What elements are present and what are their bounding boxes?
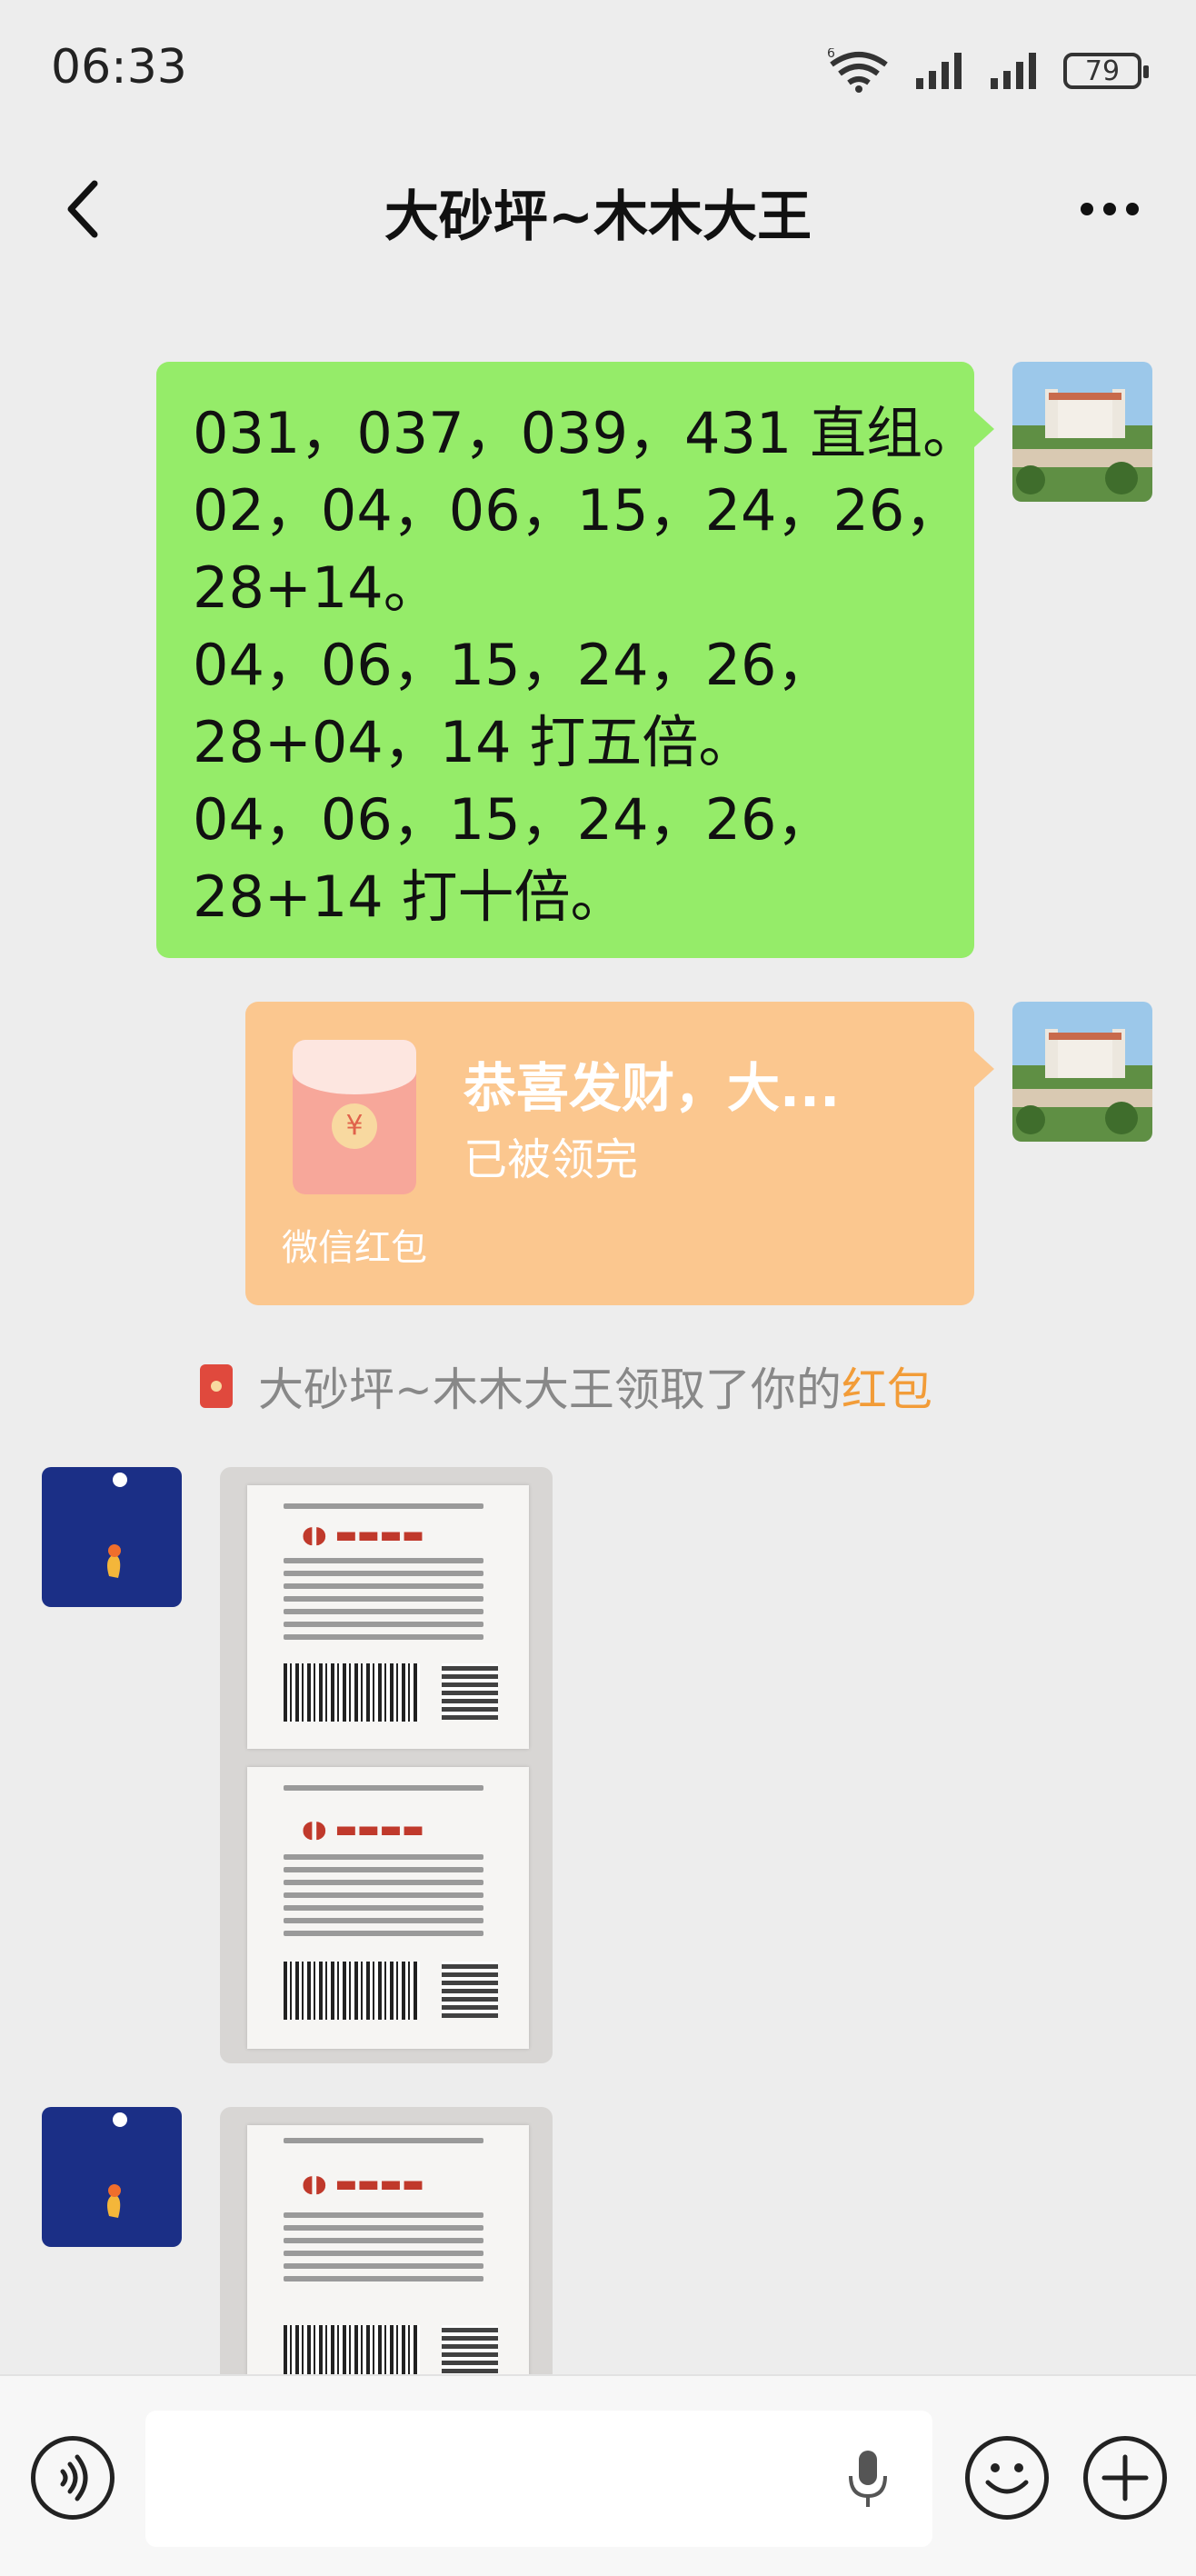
red-packet-coin: ¥ <box>332 1103 377 1149</box>
status-time: 06:33 <box>51 40 187 95</box>
castle-photo <box>1012 362 1152 502</box>
image-message[interactable]: ◖◗ ▬▬▬▬ ◖◗ ▬▬▬▬ <box>220 1467 553 2063</box>
message-bubble-self[interactable]: 031，037，039，431 直组。 02，04，06，15，24，26， 2… <box>156 362 994 958</box>
image-message[interactable]: ◖◗ ▬▬▬▬ <box>220 2107 553 2374</box>
contact-avatar[interactable] <box>42 1467 182 1607</box>
signal-icon-1 <box>916 53 962 89</box>
night-sky-avatar <box>42 2107 182 2247</box>
message-line: 031，037，039，431 直组。 <box>193 400 980 466</box>
status-icons: 6 79 <box>827 45 1149 96</box>
lottery-ticket-image: ◖◗ ▬▬▬▬ <box>247 1485 529 1749</box>
lottery-ticket-image: ◖◗ ▬▬▬▬ <box>247 2125 529 2374</box>
message-line: 04，06，15，24，26， <box>193 786 833 853</box>
message-input[interactable] <box>145 2411 932 2547</box>
network-label: 6 <box>827 48 835 61</box>
castle-photo <box>1012 1002 1152 1142</box>
message-line: 28+14 打十倍。 <box>193 864 627 930</box>
message-line: 04，06，15，24，26， <box>193 632 833 698</box>
status-bar: 06:33 6 79 <box>0 0 1196 136</box>
contact-avatar[interactable] <box>42 2107 182 2247</box>
self-avatar[interactable] <box>1012 1002 1152 1142</box>
system-notice: 大砂坪~木木大王领取了你的 红包 <box>200 1354 932 1418</box>
chat-input-bar <box>0 2374 1196 2576</box>
page-title: 大砂坪~木木大王 <box>384 185 812 249</box>
notice-text: 大砂坪~木木大王领取了你的 <box>258 1363 842 1416</box>
mic-icon[interactable] <box>845 2447 891 2511</box>
red-packet-icon <box>200 1364 233 1408</box>
plus-icon[interactable] <box>1083 2436 1167 2520</box>
lottery-ticket-image: ◖◗ ▬▬▬▬ <box>247 1767 529 2049</box>
red-packet-status: 已被领完 <box>463 1134 639 1185</box>
red-packet-message[interactable]: ¥ 恭喜发财，大... 已被领完 微信红包 <box>245 1002 994 1305</box>
voice-icon[interactable] <box>31 2436 115 2520</box>
battery-icon: 79 <box>1063 53 1149 89</box>
message-line: 02，04，06，15，24，26， <box>193 477 962 544</box>
chat-header: 大砂坪~木木大王 <box>0 136 1196 282</box>
red-packet-label: 微信红包 <box>282 1227 427 1269</box>
self-avatar[interactable] <box>1012 362 1152 502</box>
ticket-logo: ◖◗ ▬▬▬▬ <box>302 1522 424 1549</box>
signal-icon-2 <box>991 53 1036 89</box>
emoji-icon[interactable] <box>965 2436 1049 2520</box>
night-sky-avatar <box>42 1467 182 1607</box>
red-packet-title: 恭喜发财，大... <box>463 1057 841 1119</box>
notice-link[interactable]: 红包 <box>842 1353 932 1419</box>
more-dots-icon[interactable] <box>1069 173 1151 245</box>
message-line: 28+14。 <box>193 554 440 621</box>
message-line: 28+04，14 打五倍。 <box>193 709 755 775</box>
battery-level: 79 <box>1084 55 1121 87</box>
red-packet-icon: ¥ <box>293 1040 416 1194</box>
wifi-icon: 6 <box>827 48 888 93</box>
